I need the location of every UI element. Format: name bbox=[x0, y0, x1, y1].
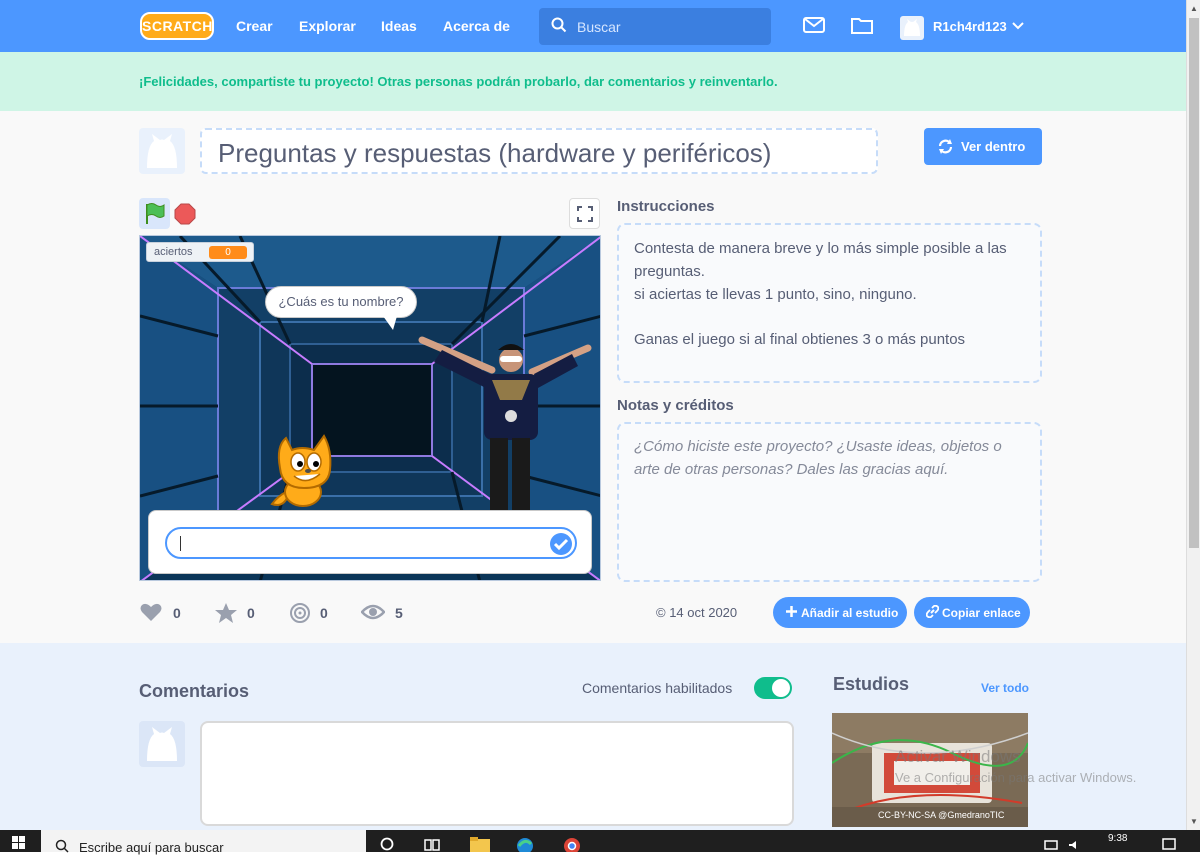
instructions-line: Contesta de manera breve y lo más simple… bbox=[634, 240, 1007, 257]
edge-browser-icon[interactable] bbox=[515, 836, 535, 852]
user-avatar[interactable] bbox=[900, 16, 924, 40]
notes-placeholder-line: ¿Cómo hiciste este proyecto? ¿Usaste ide… bbox=[634, 438, 1002, 455]
search-input[interactable]: Buscar bbox=[539, 8, 771, 45]
toggle-knob bbox=[772, 679, 790, 697]
taskbar-clock: 9:38 bbox=[1108, 833, 1128, 844]
studio-thumbnail-caption: CC-BY-NC-SA @GmedranoTIC bbox=[878, 810, 1005, 820]
commenter-avatar bbox=[139, 721, 185, 767]
comments-heading: Comentarios bbox=[139, 681, 250, 701]
top-navbar: SCRATCH Crear Explorar Ideas Acerca de B… bbox=[0, 0, 1186, 52]
activation-watermark-title: Activar Windows bbox=[895, 747, 1021, 766]
instructions-line: preguntas. bbox=[634, 263, 705, 280]
speech-bubble: ¿Cuás es tu nombre? bbox=[265, 286, 417, 318]
scratch-logo[interactable]: SCRATCH bbox=[140, 12, 214, 40]
chevron-down-icon[interactable] bbox=[1012, 21, 1024, 31]
cat-avatar-icon bbox=[904, 19, 920, 36]
instructions-box[interactable]: Contesta de manera breve y lo más simple… bbox=[617, 223, 1042, 383]
windows-start-icon[interactable] bbox=[12, 836, 26, 850]
notes-box[interactable]: ¿Cómo hiciste este proyecto? ¿Usaste ide… bbox=[617, 422, 1042, 582]
text-cursor bbox=[180, 536, 181, 551]
comments-toggle-label: Comentarios habilitados bbox=[582, 680, 733, 696]
remix-arrows-icon bbox=[938, 139, 953, 154]
cat-avatar-icon bbox=[147, 727, 177, 761]
see-all-studios-link[interactable]: Ver todo bbox=[981, 681, 1029, 695]
comment-textarea[interactable] bbox=[200, 721, 794, 826]
instructions-heading: Instrucciones bbox=[617, 198, 715, 215]
cat-avatar-icon bbox=[147, 134, 177, 168]
view-count: 5 bbox=[395, 605, 403, 621]
fullscreen-icon bbox=[577, 206, 593, 222]
green-flag-icon bbox=[146, 203, 165, 224]
person-sprite[interactable] bbox=[412, 330, 600, 510]
username[interactable]: R1ch4rd123 bbox=[933, 19, 1007, 34]
add-to-studio-button[interactable]: Añadir al estudio bbox=[773, 597, 907, 628]
taskbar-search-box[interactable]: Escribe aquí para buscar bbox=[41, 830, 366, 855]
task-view-icon[interactable] bbox=[424, 838, 440, 852]
scratch-cat-sprite[interactable] bbox=[258, 426, 344, 512]
scroll-down-arrow-icon[interactable]: ▼ bbox=[1190, 817, 1198, 826]
share-date: © 14 oct 2020 bbox=[656, 605, 738, 620]
notes-placeholder-line: arte de otras personas? Dales las gracia… bbox=[634, 461, 949, 478]
project-title: Preguntas y respuestas (hardware y perif… bbox=[218, 138, 772, 168]
see-inside-button[interactable]: Ver dentro bbox=[924, 128, 1042, 165]
project-stage[interactable]: aciertos 0 ¿Cuás es tu nombre? bbox=[139, 235, 601, 581]
scroll-up-arrow-icon[interactable]: ▲ bbox=[1190, 4, 1198, 13]
favorite-star-icon[interactable] bbox=[214, 602, 238, 624]
views-eye-icon bbox=[361, 604, 385, 620]
notifications-icon[interactable] bbox=[1162, 838, 1176, 850]
remix-count: 0 bbox=[320, 605, 328, 621]
project-title-field[interactable]: Preguntas y respuestas (hardware y perif… bbox=[200, 128, 878, 174]
my-stuff-folder-icon[interactable] bbox=[851, 16, 873, 34]
ask-prompt-box bbox=[148, 510, 592, 574]
variable-name: aciertos bbox=[154, 246, 193, 258]
shared-banner: ¡Felicidades, compartiste tu proyecto! O… bbox=[0, 52, 1186, 111]
scroll-thumb[interactable] bbox=[1189, 18, 1199, 548]
file-explorer-icon[interactable] bbox=[470, 837, 490, 852]
page-scrollbar[interactable]: ▲ ▼ bbox=[1186, 0, 1200, 830]
nav-link-create[interactable]: Crear bbox=[236, 18, 273, 34]
activation-watermark-text: Ve a Configuración para activar Windows. bbox=[895, 770, 1137, 785]
love-heart-icon[interactable] bbox=[140, 602, 162, 622]
studios-heading: Estudios bbox=[833, 674, 910, 694]
search-icon bbox=[551, 17, 567, 33]
see-inside-label: Ver dentro bbox=[961, 139, 1026, 154]
remix-spiral-icon bbox=[290, 603, 310, 623]
messages-icon[interactable] bbox=[803, 16, 825, 34]
submit-check-icon[interactable] bbox=[549, 532, 573, 556]
cortana-circle-icon[interactable] bbox=[380, 837, 394, 851]
copy-link-button[interactable]: Copiar enlace bbox=[914, 597, 1030, 628]
variable-value: 0 bbox=[209, 246, 247, 259]
windows-taskbar: Escribe aquí para buscar 9:38 bbox=[0, 830, 1200, 855]
plus-icon bbox=[786, 606, 797, 617]
answer-input[interactable] bbox=[165, 527, 577, 559]
volume-icon[interactable] bbox=[1068, 840, 1082, 850]
fullscreen-button[interactable] bbox=[569, 198, 600, 229]
nav-link-ideas[interactable]: Ideas bbox=[381, 18, 417, 34]
green-flag-button[interactable] bbox=[139, 198, 170, 229]
shared-banner-text: ¡Felicidades, compartiste tu proyecto! O… bbox=[139, 74, 778, 89]
favorite-count: 0 bbox=[247, 605, 255, 621]
nav-link-explore[interactable]: Explorar bbox=[299, 18, 356, 34]
nav-link-about[interactable]: Acerca de bbox=[443, 18, 510, 34]
stop-sign-icon[interactable] bbox=[174, 203, 196, 225]
chrome-browser-icon[interactable] bbox=[562, 836, 582, 852]
network-icon[interactable] bbox=[1044, 840, 1058, 850]
taskbar-search-placeholder: Escribe aquí para buscar bbox=[79, 840, 224, 855]
speech-bubble-tail bbox=[383, 316, 397, 330]
comments-toggle[interactable] bbox=[754, 677, 792, 699]
instructions-line: si aciertas te llevas 1 punto, sino, nin… bbox=[634, 286, 917, 303]
project-author-avatar[interactable] bbox=[139, 128, 185, 174]
link-icon bbox=[926, 605, 939, 618]
search-placeholder: Buscar bbox=[577, 19, 621, 35]
taskbar-search-icon bbox=[55, 839, 69, 853]
instructions-line: Ganas el juego si al final obtienes 3 o … bbox=[634, 331, 966, 348]
love-count: 0 bbox=[173, 605, 181, 621]
copy-link-label: Copiar enlace bbox=[942, 606, 1021, 620]
add-to-studio-label: Añadir al estudio bbox=[801, 606, 899, 620]
notes-heading: Notas y créditos bbox=[617, 397, 734, 414]
variable-monitor: aciertos 0 bbox=[146, 242, 254, 262]
